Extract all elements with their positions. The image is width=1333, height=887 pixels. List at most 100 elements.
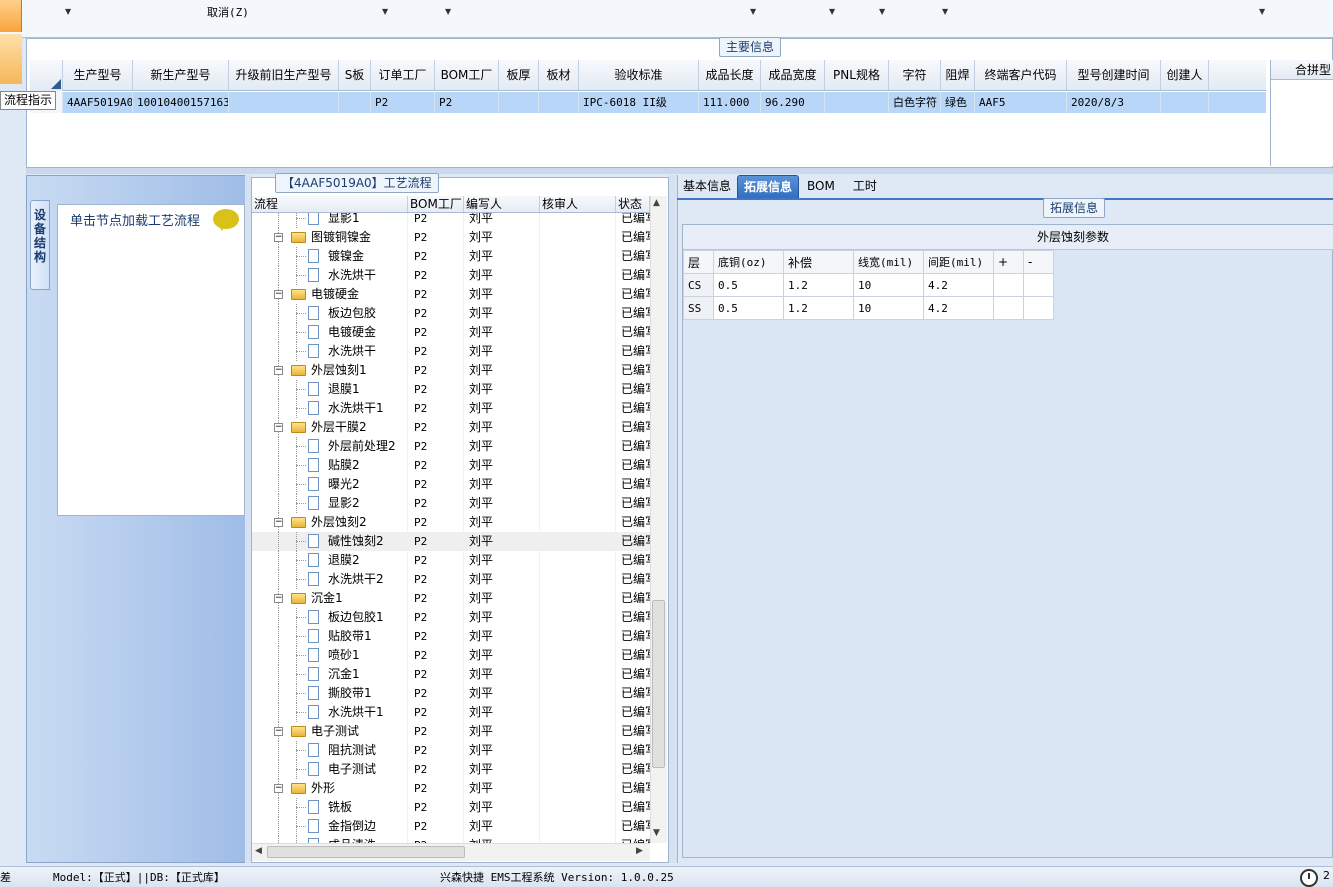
param-value-cell[interactable]: 1.2 [783, 273, 854, 297]
column-header[interactable]: 终端客户代码 [975, 60, 1067, 90]
column-header[interactable]: 字符 [889, 60, 941, 90]
cancel-button[interactable]: 取消(Z) [207, 4, 249, 20]
tree-node[interactable]: 显影2 P2刘平 已编写 [252, 494, 650, 513]
tree-node[interactable]: 金指倒边 P2刘平 已编写 [252, 817, 650, 836]
collapse-icon[interactable]: − [274, 518, 283, 527]
collapse-icon[interactable]: − [274, 366, 283, 375]
tree-column-header[interactable]: 流程 [252, 196, 408, 212]
add-column-button[interactable]: + [993, 250, 1024, 274]
tree-node[interactable]: 水洗烘干 P2刘平 已编写 [252, 266, 650, 285]
column-header[interactable]: S板 [339, 60, 371, 90]
tree-node[interactable]: 电镀硬金 P2刘平 已编写 [252, 323, 650, 342]
tree-node[interactable]: − 电子测试 P2刘平 已编写 [252, 722, 650, 741]
tree-node[interactable]: − 图镀铜镍金 P2刘平 已编写 [252, 228, 650, 247]
tree-node[interactable]: 沉金1 P2刘平 已编写 [252, 665, 650, 684]
dropdown-arrow-icon[interactable]: ▼ [382, 7, 388, 16]
collapse-icon[interactable]: − [274, 727, 283, 736]
tree-node[interactable]: 喷砂1 P2刘平 已编写 [252, 646, 650, 665]
ribbon-orange-button[interactable] [0, 0, 22, 32]
tree-node[interactable]: 铣板 P2刘平 已编写 [252, 798, 650, 817]
param-row[interactable]: CS 0.5 1.2 10 4.2 [683, 273, 1054, 297]
tab-extended[interactable]: 拓展信息 [737, 175, 800, 199]
dropdown-arrow-icon[interactable]: ▼ [879, 7, 885, 16]
column-header[interactable]: 板材 [539, 60, 579, 90]
collapse-icon[interactable]: − [274, 594, 283, 603]
column-header[interactable]: 阻焊 [941, 60, 975, 90]
param-value-cell[interactable]: 0.5 [713, 296, 784, 320]
tree-column-header[interactable]: 状态 [616, 196, 650, 212]
dropdown-arrow-icon[interactable]: ▼ [750, 7, 756, 16]
horizontal-splitter[interactable] [26, 168, 1333, 174]
process-tree[interactable]: 显影1P2刘平已编写−图镀铜镍金P2刘平已编写镀镍金P2刘平已编写水洗烘干P2刘… [252, 213, 650, 843]
tree-column-header[interactable]: 编写人 [464, 196, 540, 212]
scroll-left-icon[interactable]: ◀ [255, 846, 262, 856]
tree-node[interactable]: 水洗烘干 P2刘平 已编写 [252, 342, 650, 361]
tree-node[interactable]: − 外形 P2刘平 已编写 [252, 779, 650, 798]
tree-node[interactable]: 板边包胶 P2刘平 已编写 [252, 304, 650, 323]
table-row[interactable]: 4AAF5019A0 10010400157163 P2 P2 IPC-6018 II级… [30, 92, 1266, 113]
dropdown-arrow-icon[interactable]: ▼ [65, 7, 71, 16]
column-header[interactable]: 订单工厂 [371, 60, 435, 90]
dropdown-arrow-icon[interactable]: ▼ [445, 7, 451, 16]
tree-node[interactable]: 退膜1 P2刘平 已编写 [252, 380, 650, 399]
tree-column-header[interactable]: 核审人 [540, 196, 616, 212]
column-header[interactable]: 板厚 [499, 60, 539, 90]
param-value-cell[interactable]: 10 [853, 273, 924, 297]
column-header[interactable]: 验收标准 [579, 60, 699, 90]
collapse-icon[interactable]: − [274, 784, 283, 793]
tree-node[interactable]: − 外层蚀刻1 P2刘平 已编写 [252, 361, 650, 380]
collapse-icon[interactable]: − [274, 233, 283, 242]
middle-splitter[interactable] [669, 175, 677, 863]
column-header[interactable]: BOM工厂 [435, 60, 499, 90]
tree-node[interactable]: 阻抗测试 P2刘平 已编写 [252, 741, 650, 760]
param-value-cell[interactable]: 0.5 [713, 273, 784, 297]
select-all-icon[interactable] [51, 79, 61, 89]
param-value-cell[interactable]: 4.2 [923, 273, 994, 297]
tree-node[interactable]: 退膜2 P2刘平 已编写 [252, 551, 650, 570]
param-value-cell[interactable]: 10 [853, 296, 924, 320]
column-header[interactable]: 型号创建时间 [1067, 60, 1161, 90]
tab-basic[interactable]: 基本信息 [677, 175, 737, 199]
tree-node[interactable]: − 沉金1 P2刘平 已编写 [252, 589, 650, 608]
tree-column-header[interactable]: BOM工厂 [408, 196, 464, 212]
scroll-up-icon[interactable]: ▲ [653, 198, 660, 208]
tree-node[interactable]: 电子测试 P2刘平 已编写 [252, 760, 650, 779]
param-row[interactable]: SS 0.5 1.2 10 4.2 [683, 296, 1054, 320]
collapse-icon[interactable]: − [274, 290, 283, 299]
column-header[interactable]: PNL规格 [825, 60, 889, 90]
tree-node[interactable]: − 外层干膜2 P2刘平 已编写 [252, 418, 650, 437]
column-header[interactable]: 生产型号 [63, 60, 133, 90]
tree-node[interactable]: 水洗烘干1 P2刘平 已编写 [252, 703, 650, 722]
tree-node[interactable]: 水洗烘干1 P2刘平 已编写 [252, 399, 650, 418]
tree-node[interactable]: 曝光2 P2刘平 已编写 [252, 475, 650, 494]
column-header[interactable]: 创建人 [1161, 60, 1209, 90]
tree-node[interactable]: 水洗烘干2 P2刘平 已编写 [252, 570, 650, 589]
collapse-icon[interactable]: − [274, 423, 283, 432]
column-header[interactable]: 新生产型号 [133, 60, 229, 90]
tab-hours[interactable]: 工时 [843, 175, 887, 199]
tree-node[interactable]: 成品清洗 P2刘平 已编写 [252, 836, 650, 843]
dropdown-arrow-icon[interactable]: ▼ [829, 7, 835, 16]
column-header[interactable]: 成品宽度 [761, 60, 825, 90]
tab-bom[interactable]: BOM [799, 175, 843, 199]
scrollbar-thumb[interactable] [652, 600, 665, 768]
tree-node[interactable]: 贴胶带1 P2刘平 已编写 [252, 627, 650, 646]
param-value-cell[interactable]: 4.2 [923, 296, 994, 320]
column-header[interactable]: 升级前旧生产型号 [229, 60, 339, 90]
param-value-cell[interactable]: 1.2 [783, 296, 854, 320]
tree-node[interactable]: 外层前处理2 P2刘平 已编写 [252, 437, 650, 456]
remove-column-button[interactable]: - [1023, 250, 1054, 274]
scroll-right-icon[interactable]: ▶ [636, 846, 643, 856]
column-header[interactable]: 成品长度 [699, 60, 761, 90]
tree-node[interactable]: 碱性蚀刻2 P2刘平 已编写 [252, 532, 650, 551]
tree-node[interactable]: 显影1 P2刘平 已编写 [252, 213, 650, 228]
tree-node[interactable]: − 电镀硬金 P2刘平 已编写 [252, 285, 650, 304]
tree-node[interactable]: 镀镍金 P2刘平 已编写 [252, 247, 650, 266]
tree-node[interactable]: − 外层蚀刻2 P2刘平 已编写 [252, 513, 650, 532]
tree-node[interactable]: 板边包胶1 P2刘平 已编写 [252, 608, 650, 627]
scroll-down-icon[interactable]: ▼ [653, 828, 660, 838]
tree-node[interactable]: 贴膜2 P2刘平 已编写 [252, 456, 650, 475]
dropdown-arrow-icon[interactable]: ▼ [942, 7, 948, 16]
dropdown-arrow-icon[interactable]: ▼ [1259, 7, 1265, 16]
scrollbar-thumb[interactable] [267, 846, 465, 858]
